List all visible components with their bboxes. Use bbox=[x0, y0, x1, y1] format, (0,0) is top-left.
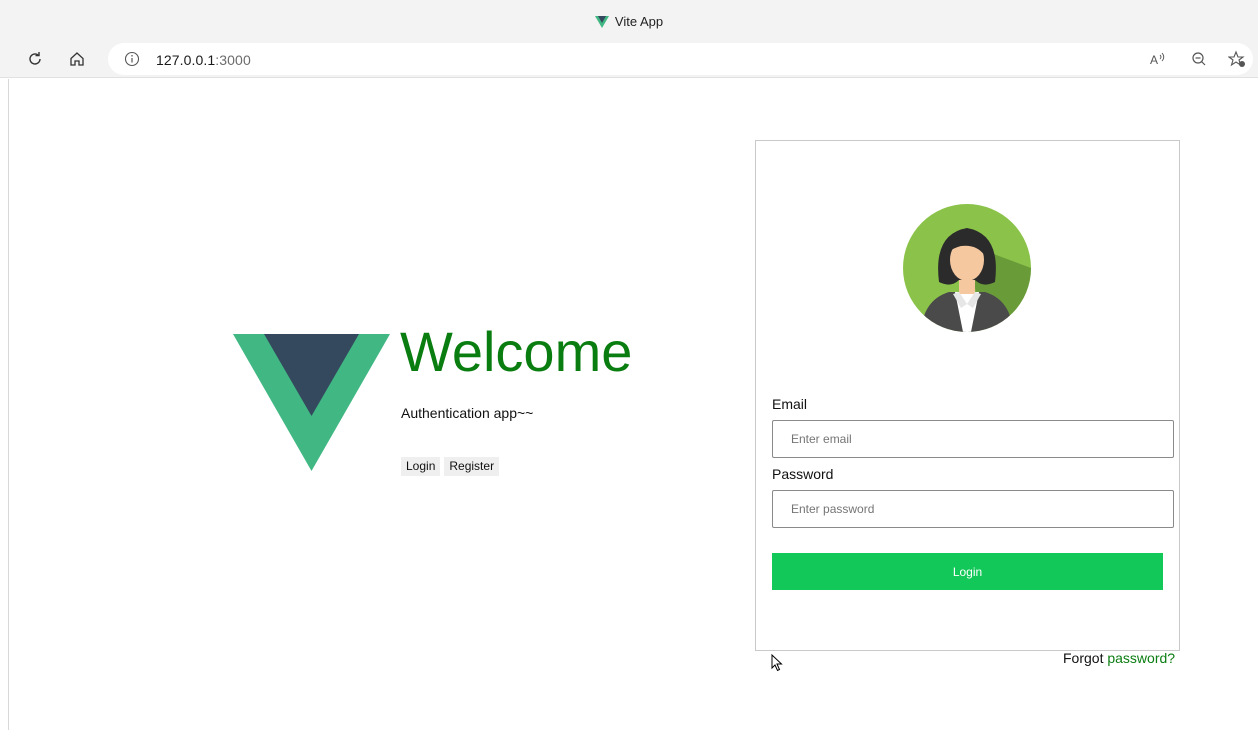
hero-login-button[interactable]: Login bbox=[401, 457, 441, 476]
site-info-icon[interactable] bbox=[124, 51, 140, 67]
read-aloud-icon[interactable]: A bbox=[1148, 50, 1166, 68]
url-text[interactable]: 127.0.0.1:3000 bbox=[156, 52, 251, 68]
user-avatar-icon bbox=[903, 204, 1031, 332]
vue-favicon-icon bbox=[594, 15, 609, 28]
password-input[interactable] bbox=[772, 490, 1174, 528]
vue-logo bbox=[233, 334, 390, 471]
home-icon[interactable] bbox=[66, 48, 88, 70]
password-label: Password bbox=[772, 466, 834, 482]
page-viewport: Welcome Authentication app~~ Login Regis… bbox=[8, 79, 1258, 730]
hero-subtitle: Authentication app~~ bbox=[401, 405, 534, 421]
email-input[interactable] bbox=[772, 420, 1174, 458]
window-title: Vite App bbox=[0, 14, 1258, 29]
svg-text:A: A bbox=[1150, 53, 1158, 67]
email-label: Email bbox=[772, 396, 808, 412]
url-port: :3000 bbox=[215, 52, 251, 68]
mouse-cursor-icon bbox=[771, 654, 783, 672]
zoom-out-icon[interactable] bbox=[1190, 50, 1208, 68]
login-card: Email Password Login bbox=[755, 140, 1180, 651]
welcome-heading: Welcome bbox=[400, 320, 633, 383]
hero-button-row: Login Register bbox=[401, 457, 500, 476]
reload-icon[interactable] bbox=[24, 48, 46, 70]
forgot-password-link[interactable]: password? bbox=[1107, 650, 1175, 666]
login-submit-button[interactable]: Login bbox=[772, 553, 1163, 590]
browser-titlebar: Vite App bbox=[0, 0, 1258, 40]
hero-register-button[interactable]: Register bbox=[444, 457, 500, 476]
forgot-password: Forgot password? bbox=[1063, 650, 1175, 666]
forgot-text: Forgot bbox=[1063, 650, 1104, 666]
favorite-add-icon[interactable] bbox=[1228, 50, 1246, 68]
tab-title-text: Vite App bbox=[614, 14, 664, 29]
url-host: 127.0.0.1 bbox=[156, 52, 216, 68]
browser-toolbar: 127.0.0.1:3000 A bbox=[0, 40, 1258, 78]
address-bar[interactable]: 127.0.0.1:3000 A bbox=[108, 43, 1253, 75]
